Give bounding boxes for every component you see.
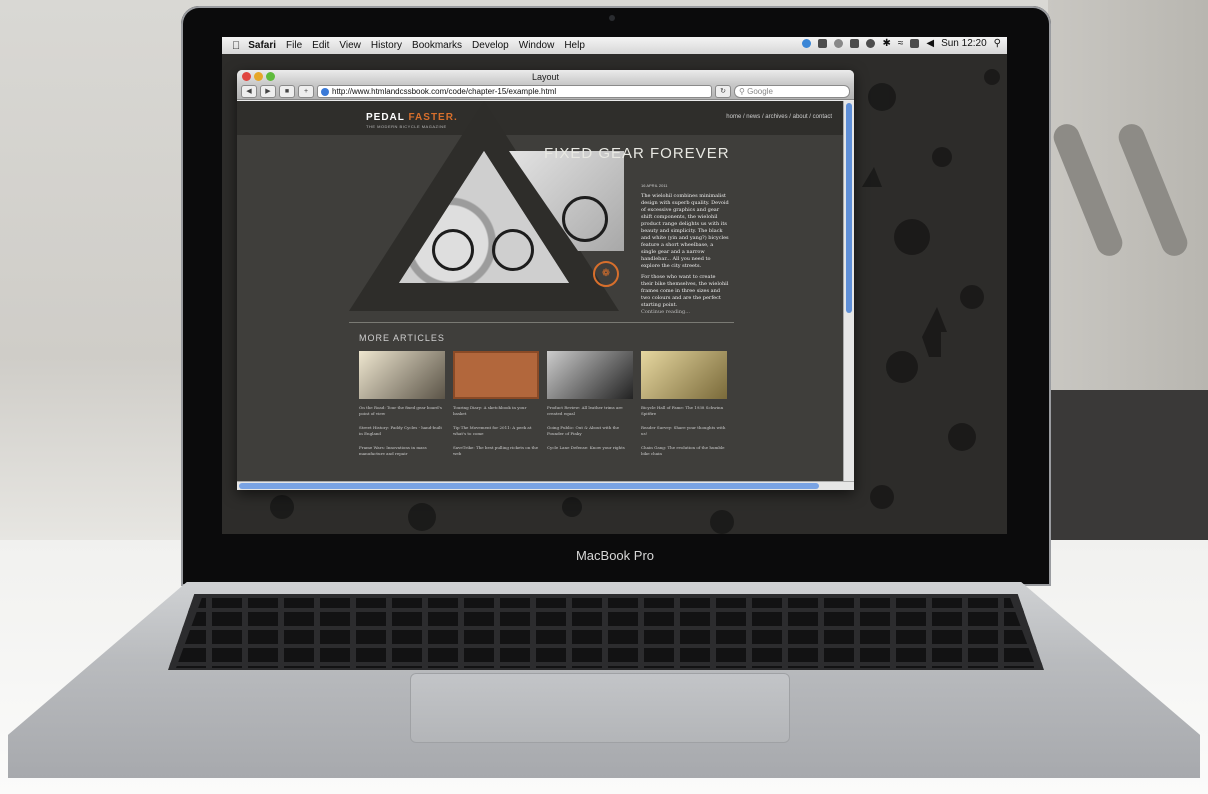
site-nav[interactable]: home / news / archives / about / contact (726, 114, 832, 120)
article-thumbnail[interactable] (641, 351, 727, 399)
article-body: The wielohil combines minimalist design … (641, 193, 729, 316)
safari-window: Layout ◀ ▶ ■ + http://www.htmlandcssbook… (237, 70, 854, 490)
menu-edit[interactable]: Edit (312, 40, 329, 51)
keyboard-rows (168, 594, 1044, 670)
bike-wheel (492, 229, 534, 271)
search-placeholder: Google (747, 87, 773, 96)
menu-view[interactable]: View (339, 40, 361, 51)
menu-app-safari[interactable]: Safari (248, 40, 276, 51)
article-thumbnail[interactable] (359, 351, 445, 399)
divider (349, 322, 734, 323)
timemachine-icon[interactable] (834, 39, 844, 48)
article-link[interactable]: SaveTrike: The best pulling rickets on t… (453, 445, 539, 457)
clock[interactable]: Sun 12:20 (941, 38, 987, 49)
article-paragraph: The wielohil combines minimalist design … (641, 193, 729, 269)
article-link[interactable]: Frame Wars: Innovations in mass manufact… (359, 445, 445, 457)
window-title: Layout (531, 72, 560, 82)
article-link[interactable]: Going Public: Out & About with the Found… (547, 425, 633, 437)
menu-help[interactable]: Help (564, 40, 585, 51)
search-field[interactable]: ⚲ Google (734, 85, 850, 98)
wifi-icon[interactable]: ≈ (898, 38, 904, 49)
menu-bar:  Safari File Edit View History Bookmark… (222, 37, 1007, 54)
sync-icon[interactable] (802, 39, 812, 48)
volume-icon[interactable]: ◀ (926, 38, 934, 49)
site-logo[interactable]: PEDAL FASTER. (366, 112, 458, 123)
menu-file[interactable]: File (286, 40, 302, 51)
menu-develop[interactable]: Develop (472, 40, 509, 51)
laptop-model-label: MacBook Pro (575, 548, 655, 563)
more-articles-heading: MORE ARTICLES (359, 333, 445, 343)
continue-reading-link[interactable]: Continue reading... (641, 309, 729, 316)
screen:  Safari File Edit View History Bookmark… (222, 37, 1007, 534)
article-link[interactable]: Cycle Lane Defense: Know your rights (547, 445, 633, 451)
bluetooth-icon[interactable]: ✱ (882, 38, 890, 49)
article-title: FIXED GEAR FOREVER (544, 145, 730, 162)
menu-window[interactable]: Window (519, 40, 555, 51)
back-icon[interactable]: ◀ (241, 85, 257, 98)
menu-bookmarks[interactable]: Bookmarks (412, 40, 462, 51)
reload-icon[interactable]: ↻ (715, 85, 731, 98)
browser-toolbar: ◀ ▶ ■ + http://www.htmlandcssbook.com/co… (237, 84, 854, 100)
web-page: PEDAL FASTER. THE MODERN BICYCLE MAGAZIN… (237, 101, 844, 482)
globe-icon (321, 87, 329, 96)
apple-icon[interactable]:  (232, 40, 240, 52)
sync-status-icon[interactable] (866, 39, 876, 48)
keyboard-input-icon[interactable] (910, 39, 920, 48)
bike-wheel (562, 196, 608, 242)
background-table (1048, 390, 1208, 540)
logo-accent: FASTER. (408, 112, 458, 123)
evernote-icon[interactable] (818, 39, 828, 48)
minimize-icon[interactable] (254, 72, 263, 81)
zoom-icon[interactable] (266, 72, 275, 81)
page-icon[interactable]: ■ (279, 85, 295, 98)
article-paragraph: For those who want to create their bike … (641, 274, 729, 308)
window-controls (242, 72, 275, 81)
article-date: 16 APRIL 2011 (641, 183, 668, 188)
article-link[interactable]: Tip The Movement for 2011: A peek at wha… (453, 425, 539, 437)
spotlight-icon[interactable]: ⚲ (994, 38, 1001, 49)
article-link[interactable]: Reader Survey: Share your thoughts with … (641, 425, 727, 437)
logo-main: PEDAL (366, 112, 409, 123)
horizontal-scrollbar[interactable] (237, 481, 854, 490)
close-icon[interactable] (242, 72, 251, 81)
camera-icon (609, 15, 615, 21)
search-icon: ⚲ (739, 87, 745, 96)
url-text: http://www.htmlandcssbook.com/code/chapt… (332, 87, 557, 96)
site-tagline: THE MODERN BICYCLE MAGAZINE (366, 124, 447, 129)
article-link[interactable]: Touring Diary: A sketchbook in your bask… (453, 405, 539, 417)
add-bookmark-icon[interactable]: + (298, 85, 314, 98)
gear-badge-icon: ❁ (593, 261, 619, 287)
address-bar[interactable]: http://www.htmlandcssbook.com/code/chapt… (317, 85, 712, 98)
article-link[interactable]: Product Review: All leather trims are cr… (547, 405, 633, 417)
display-icon[interactable] (850, 39, 860, 48)
window-titlebar: Layout (237, 70, 854, 84)
site-header: PEDAL FASTER. THE MODERN BICYCLE MAGAZIN… (237, 101, 844, 135)
horizontal-scroll-thumb[interactable] (239, 483, 819, 489)
menu-history[interactable]: History (371, 40, 402, 51)
article-link[interactable]: Chain Gang: The evolution of the humble … (641, 445, 727, 457)
bike-wheel (432, 229, 474, 271)
article-link[interactable]: Bicycle Hall of Fame: The 1938 Schwinn S… (641, 405, 727, 417)
status-area: ✱ ≈ ◀ Sun 12:20 ⚲ (802, 38, 1001, 49)
vertical-scrollbar[interactable] (843, 101, 854, 482)
article-thumbnail[interactable] (547, 351, 633, 399)
forward-icon[interactable]: ▶ (260, 85, 276, 98)
trackpad (410, 673, 790, 743)
article-link[interactable]: Street History: Paddy Cycles - hand-buil… (359, 425, 445, 437)
article-link[interactable]: On the Road: Tour the fixed gear board's… (359, 405, 445, 417)
vertical-scroll-thumb[interactable] (846, 103, 852, 313)
article-thumbnail[interactable] (453, 351, 539, 399)
